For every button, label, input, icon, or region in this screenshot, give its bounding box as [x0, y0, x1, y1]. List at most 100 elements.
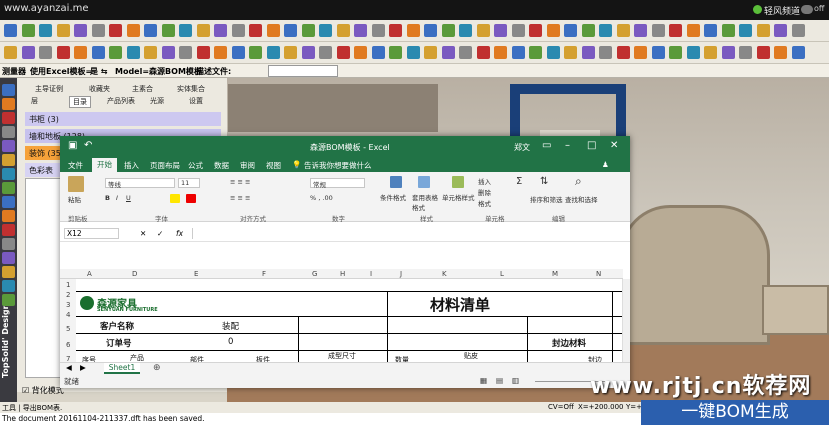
font-size-select[interactable]: 11 — [178, 178, 200, 188]
maximize-icon[interactable]: □ — [587, 140, 596, 151]
wireframe-mode-checkbox[interactable]: ☑ 背化模式 — [22, 385, 64, 396]
toolbar-tool-icon[interactable] — [599, 46, 612, 59]
toolbar-tool-icon[interactable] — [354, 24, 367, 37]
side-tool-icon[interactable] — [2, 238, 15, 250]
percent-icon[interactable]: % ‚ .00 — [310, 194, 333, 202]
underline-button[interactable]: U — [126, 194, 131, 202]
toolbar-tool-icon[interactable] — [704, 24, 717, 37]
toolbar-tool-icon[interactable] — [739, 46, 752, 59]
toolbar-tool-icon[interactable] — [564, 46, 577, 59]
side-tool-icon[interactable] — [2, 84, 15, 96]
toolbar-tool-icon[interactable] — [91, 46, 105, 59]
sort-label[interactable]: 排序和筛选 — [530, 194, 563, 204]
cancel-icon[interactable]: ✕ — [140, 229, 146, 238]
save-icon[interactable]: ▣ — [68, 140, 77, 151]
toolbar-tool-icon[interactable] — [144, 46, 157, 59]
toolbar-tool-icon[interactable] — [354, 46, 367, 59]
toolbar-tool-icon[interactable] — [231, 24, 245, 37]
toolbar-tool-icon[interactable] — [511, 24, 525, 37]
toolbar-tool-icon[interactable] — [301, 24, 315, 37]
toolbar-tool-icon[interactable] — [144, 24, 157, 37]
toolbar-tool-icon[interactable] — [669, 24, 682, 37]
lib-tab-4[interactable]: 实体集合 — [177, 84, 205, 94]
col-f[interactable]: F — [262, 270, 266, 278]
toolbar-tool-icon[interactable] — [214, 46, 227, 59]
toolbar-tool-icon[interactable] — [4, 24, 17, 37]
side-tool-icon[interactable] — [2, 196, 15, 208]
toolbar-tool-icon[interactable] — [266, 24, 280, 37]
lib-subtab-light[interactable]: 光源 — [150, 96, 164, 106]
tv-channel-label[interactable]: 轻风频道 — [764, 4, 800, 17]
col-m[interactable]: M — [552, 270, 558, 278]
toolbar-tool-icon[interactable] — [634, 24, 647, 37]
toolbar-tool-icon[interactable] — [109, 46, 122, 59]
toolbar-tool-icon[interactable] — [109, 24, 122, 37]
toolbar-tool-icon[interactable] — [634, 46, 647, 59]
customer-name-label[interactable]: 客户名称 — [100, 320, 134, 332]
toolbar-tool-icon[interactable] — [459, 46, 472, 59]
toolbar-tool-icon[interactable] — [21, 46, 35, 59]
menu-file[interactable]: 文件 — [68, 160, 83, 171]
italic-button[interactable]: I — [116, 194, 118, 202]
format-cells[interactable]: 格式 — [478, 198, 491, 208]
toolbar-tool-icon[interactable] — [91, 24, 105, 37]
find-label[interactable]: 查找和选择 — [565, 194, 598, 204]
toolbar-tool-icon[interactable] — [179, 46, 192, 59]
toolbar-tool-icon[interactable] — [39, 46, 52, 59]
toolbar-tool-icon[interactable] — [476, 46, 490, 59]
toolbar-tool-icon[interactable] — [284, 46, 297, 59]
align-top-icon[interactable]: ≡ ≡ ≡ — [230, 178, 250, 186]
toolbar-tool-icon[interactable] — [651, 46, 665, 59]
row-4[interactable]: 4 — [66, 311, 70, 319]
col-a[interactable]: A — [87, 270, 92, 278]
toolbar-tool-icon[interactable] — [791, 46, 805, 59]
toolbar-tool-icon[interactable] — [389, 46, 402, 59]
minimize-icon[interactable]: – — [565, 140, 570, 151]
fx-icon[interactable]: fx — [176, 229, 183, 238]
toolbar-tool-icon[interactable] — [336, 46, 350, 59]
toolbar-tool-icon[interactable] — [441, 46, 455, 59]
toolbar-tool-icon[interactable] — [774, 46, 787, 59]
page-break-icon[interactable]: ▥ — [512, 376, 519, 385]
prev-sheet-icon[interactable]: ◀ — [66, 363, 72, 372]
toolbar-tool-icon[interactable] — [739, 24, 752, 37]
menu-formulas[interactable]: 公式 — [188, 160, 203, 171]
menu-view[interactable]: 视图 — [266, 160, 281, 171]
delete-cells[interactable]: 删除 — [478, 187, 491, 197]
edge-material-label[interactable]: 封边材料 — [552, 337, 586, 349]
toolbar-tool-icon[interactable] — [529, 46, 542, 59]
formula-input[interactable] — [192, 228, 622, 239]
add-sheet-icon[interactable]: ⊕ — [153, 363, 161, 373]
menu-review[interactable]: 审阅 — [240, 160, 255, 171]
side-tool-icon[interactable] — [2, 210, 15, 222]
col-size[interactable]: 成型尺寸 — [328, 351, 356, 361]
col-d[interactable]: D — [132, 270, 137, 278]
cond-format-label[interactable]: 条件格式 — [380, 192, 406, 202]
col-l[interactable]: L — [500, 270, 504, 278]
table-format-icon[interactable] — [418, 176, 430, 188]
tell-me-box[interactable]: 告诉我你想要做什么 — [304, 160, 372, 171]
col-n[interactable]: N — [596, 270, 601, 278]
toolbar-tool-icon[interactable] — [4, 46, 17, 59]
toolbar-tool-icon[interactable] — [529, 24, 542, 37]
toolbar-tool-icon[interactable] — [494, 46, 507, 59]
toolbar-tool-icon[interactable] — [686, 46, 700, 59]
toolbar-tool-icon[interactable] — [249, 46, 262, 59]
name-box[interactable]: X12 — [64, 228, 119, 239]
side-tool-icon[interactable] — [2, 294, 15, 306]
paste-icon[interactable] — [68, 176, 84, 192]
toolbar-tool-icon[interactable] — [616, 24, 630, 37]
normal-view-icon[interactable]: ▦ — [480, 376, 487, 385]
side-tool-icon[interactable] — [2, 112, 15, 124]
toolbar-tool-icon[interactable] — [494, 24, 507, 37]
conditional-format-icon[interactable] — [390, 176, 402, 188]
toolbar-tool-icon[interactable] — [161, 46, 175, 59]
toolbar-tool-icon[interactable] — [126, 46, 140, 59]
toolbar-tool-icon[interactable] — [721, 24, 735, 37]
toolbar-tool-icon[interactable] — [406, 46, 420, 59]
font-color-icon[interactable] — [186, 194, 196, 203]
toolbar-tool-icon[interactable] — [161, 24, 175, 37]
bold-button[interactable]: B — [105, 194, 110, 202]
toolbar-tool-icon[interactable] — [424, 24, 437, 37]
autosum-icon[interactable]: Σ — [516, 176, 522, 187]
